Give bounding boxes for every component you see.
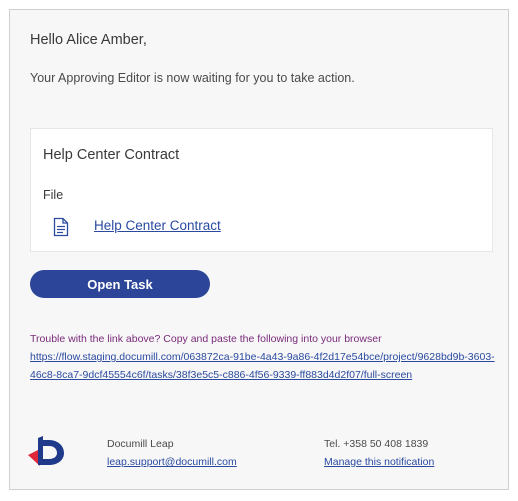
action-message: Your Approving Editor is now waiting for… (30, 71, 355, 85)
documill-logo-icon (28, 436, 64, 466)
manage-notification-link[interactable]: Manage this notification (324, 453, 434, 471)
trouble-block: Trouble with the link above? Copy and pa… (30, 330, 500, 384)
task-url-link[interactable]: https://flow.staging.documill.com/063872… (30, 351, 495, 381)
email-card: Hello Alice Amber, Your Approving Editor… (9, 9, 509, 490)
document-title: Help Center Contract (43, 147, 180, 163)
file-link[interactable]: Help Center Contract (94, 218, 221, 233)
company-name: Documill Leap (107, 438, 174, 450)
document-box: Help Center Contract File Help Center Co… (30, 128, 493, 252)
trouble-text: Trouble with the link above? Copy and pa… (30, 333, 382, 345)
phone-number: Tel. +358 50 408 1839 (324, 438, 429, 450)
footer-phone-manage: Tel. +358 50 408 1839 Manage this notifi… (324, 435, 434, 471)
support-email-link[interactable]: leap.support@documill.com (107, 453, 237, 471)
file-label: File (43, 188, 64, 202)
open-task-button[interactable]: Open Task (30, 270, 210, 298)
document-icon[interactable] (53, 217, 69, 237)
footer-contact: Documill Leap leap.support@documill.com (107, 435, 237, 471)
greeting: Hello Alice Amber, (30, 32, 147, 48)
